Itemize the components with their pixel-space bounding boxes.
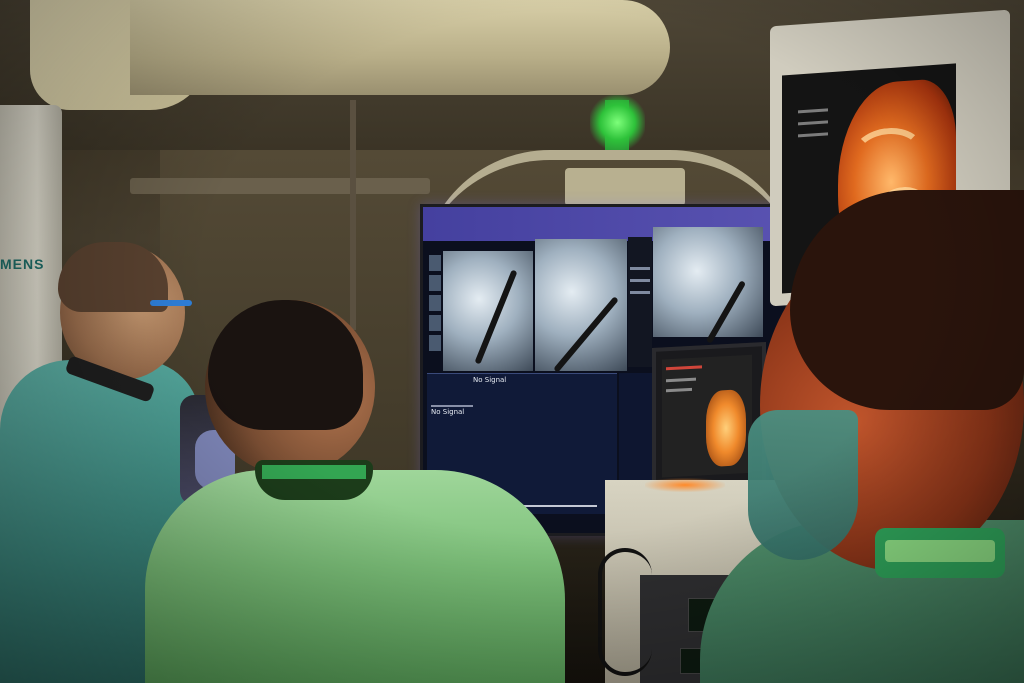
screen-status-bar: [666, 365, 702, 371]
panel-text-line: [630, 291, 650, 294]
no-signal-label-1: No Signal: [473, 376, 507, 384]
screen-text-line: [798, 132, 828, 138]
blue-glasses: [150, 300, 192, 306]
xray-image-3: [653, 227, 763, 337]
ceiling-mount-box: [565, 168, 685, 206]
orange-light-glow: [645, 478, 725, 492]
collar-stripe: [262, 465, 366, 479]
ceiling-boom-arm: [130, 0, 670, 95]
small-screen: [662, 354, 752, 478]
screen-text-line: [798, 108, 828, 114]
green-ceiling-light: [590, 95, 645, 150]
collar-label-patch: [885, 540, 995, 562]
screen-text-line: [666, 377, 696, 383]
screen-text-line: [798, 120, 828, 126]
panel-text-line: [630, 267, 650, 270]
cable-loop: [598, 548, 652, 676]
wall-rail: [130, 178, 430, 194]
panel-text-line: [630, 279, 650, 282]
no-signal-bar: [431, 405, 473, 407]
clinician-center-gown: [145, 470, 565, 683]
monitor-side-panel: [628, 237, 652, 367]
screen-text-line: [666, 387, 692, 393]
surgical-mask: [748, 410, 858, 560]
operating-room-scene: MENS Ar No Signal No Signal: [0, 0, 1024, 683]
small-endoscopic-view: [706, 389, 746, 468]
device-brand-label: MENS: [0, 256, 45, 272]
clinician-center-hair: [208, 300, 363, 430]
xray-image-1: [443, 251, 533, 371]
thumbnail-strip: [429, 255, 441, 370]
iv-pole: [350, 100, 356, 330]
no-signal-label-2: No Signal: [431, 408, 465, 416]
